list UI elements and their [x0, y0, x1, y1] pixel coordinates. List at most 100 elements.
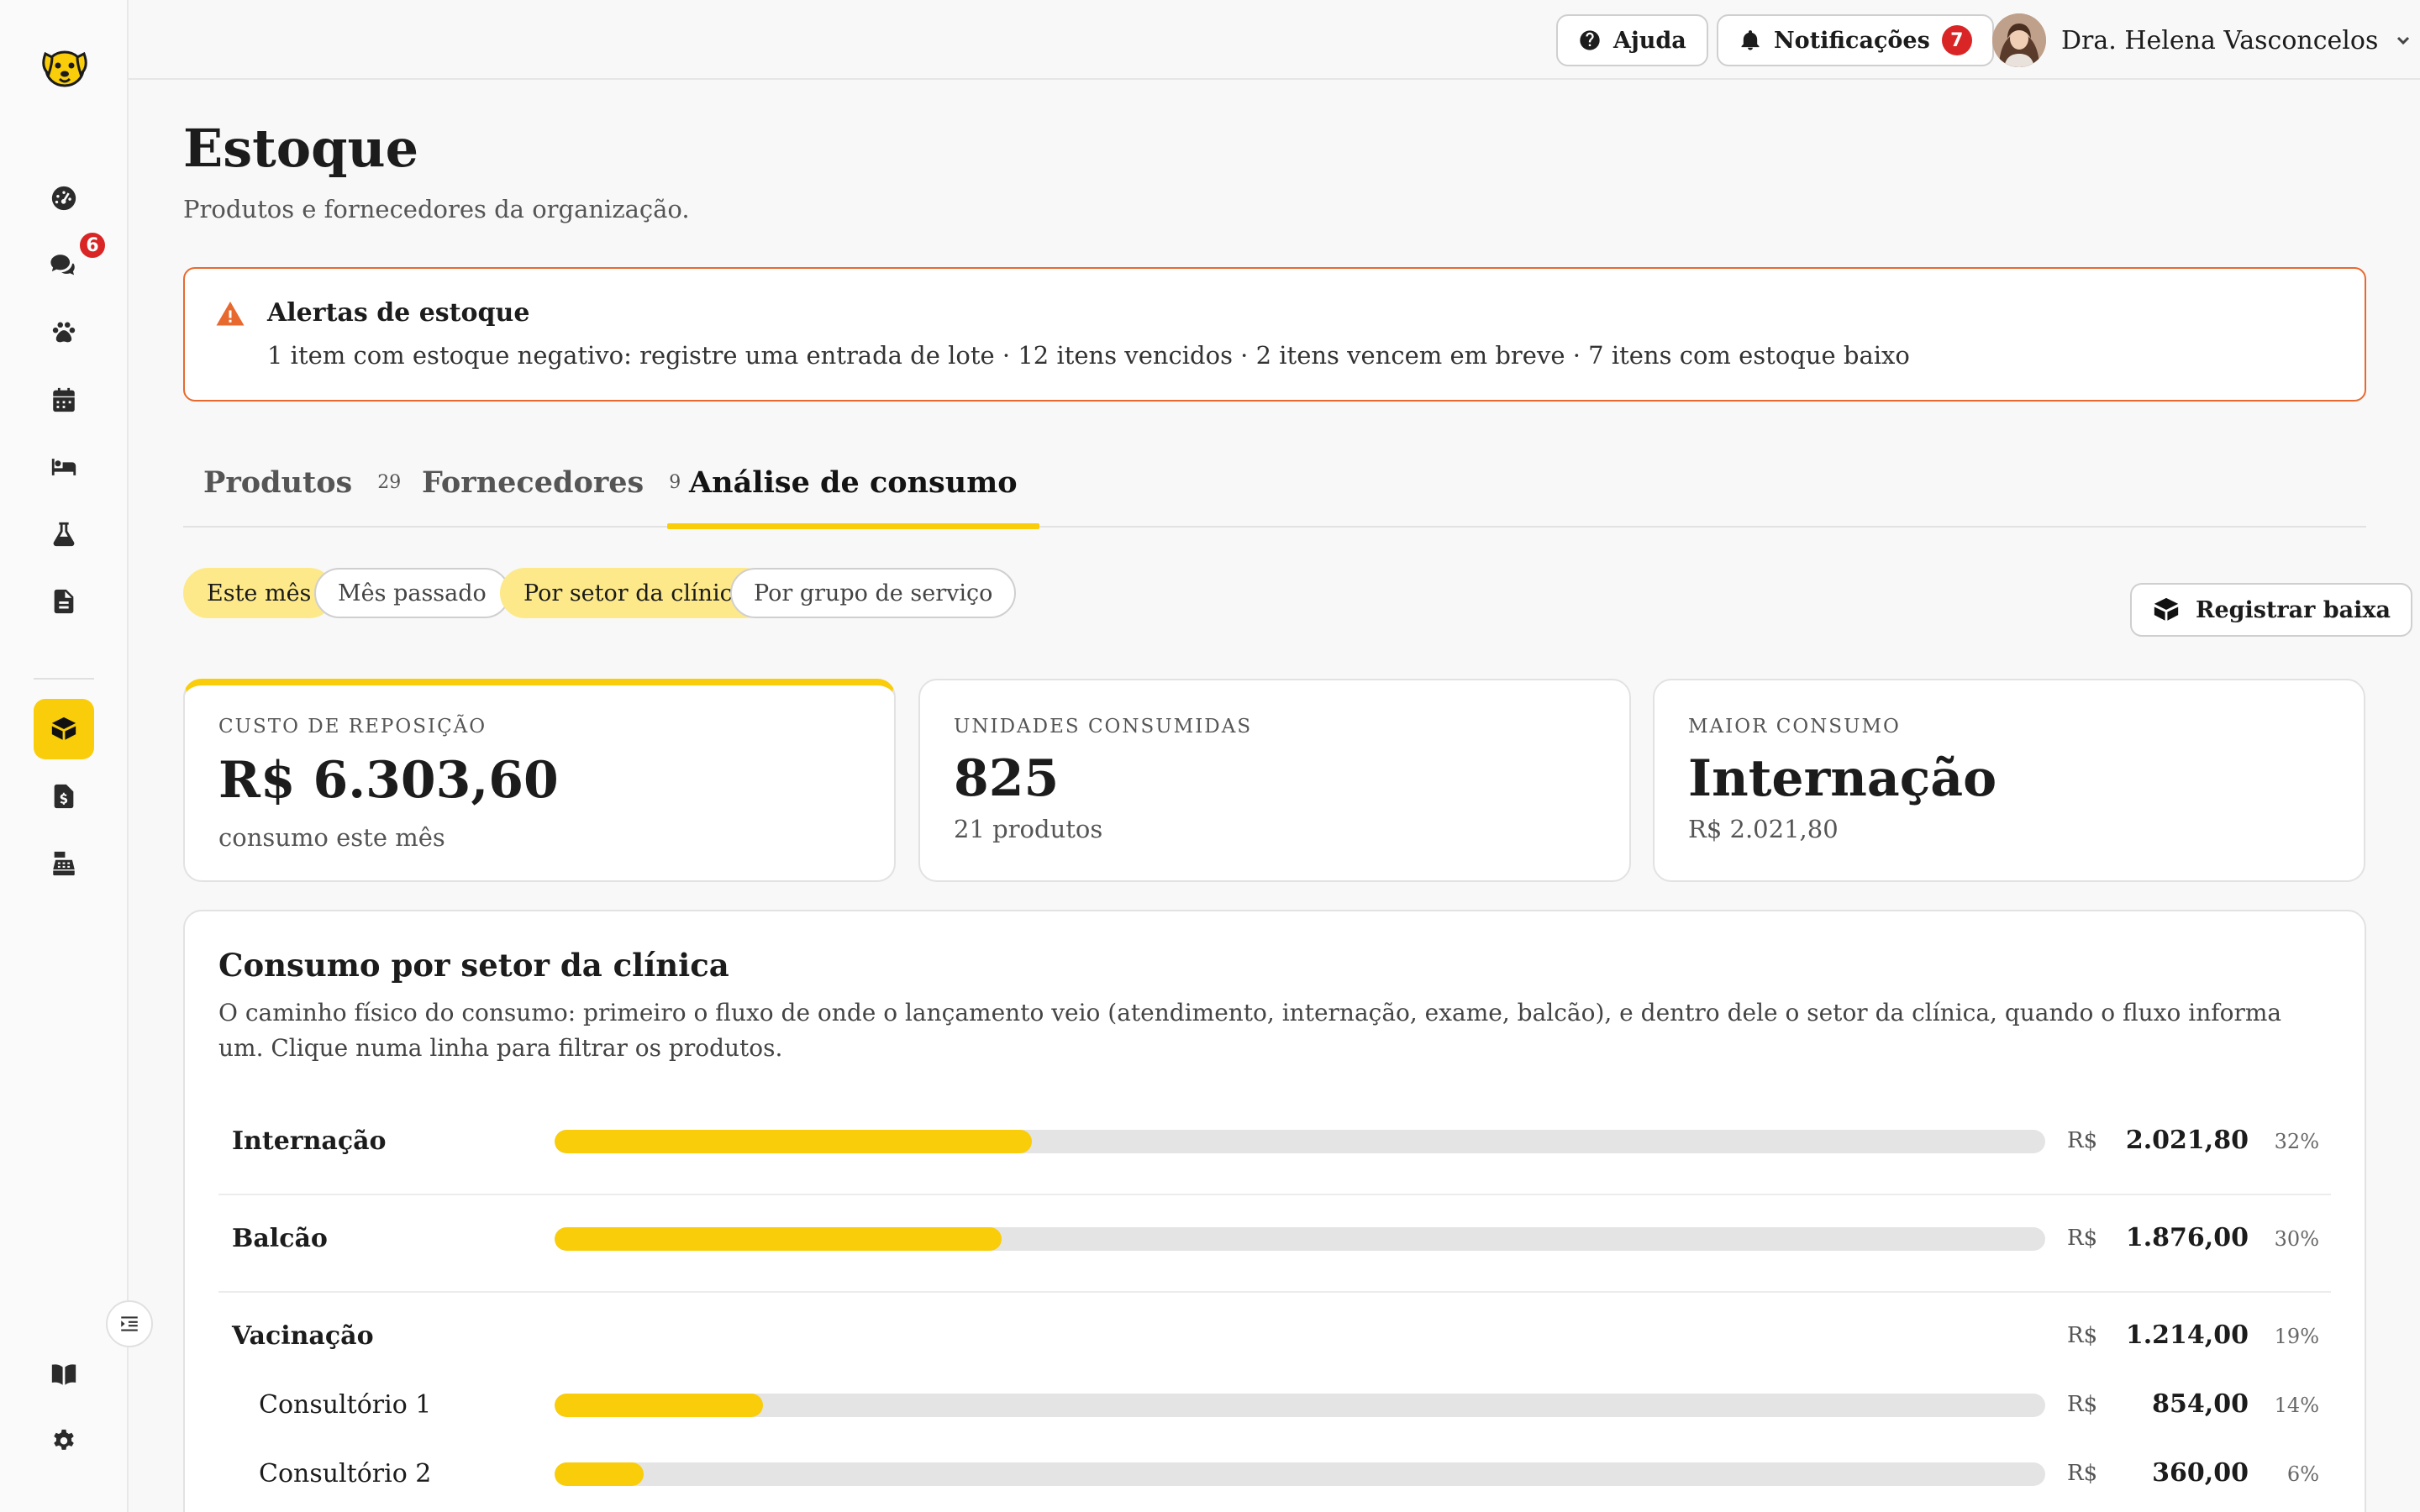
tab-analise-de-consumo[interactable]: Análise de consumo	[667, 437, 1039, 529]
paw-icon	[52, 322, 76, 343]
help-button[interactable]: Ajuda	[1556, 14, 1708, 66]
row-bar-fill	[555, 1227, 1002, 1251]
row-label: Balcão	[232, 1224, 328, 1253]
box-icon	[51, 717, 76, 740]
avatar	[1992, 13, 2046, 67]
gear-icon	[54, 1429, 74, 1450]
sidebar-divider	[34, 678, 94, 680]
chat-bubbles-icon	[50, 255, 75, 276]
calendar-icon	[53, 387, 75, 412]
gauge-icon	[51, 186, 76, 211]
box-icon	[2154, 597, 2179, 621]
row-bar-fill	[555, 1462, 644, 1486]
sidebar-item-billing[interactable]	[34, 766, 94, 827]
sector-row-internacao[interactable]: Internação R$ 2.021,80 32%	[218, 1098, 2331, 1195]
notifications-label: Notificações	[1774, 27, 1930, 54]
sector-row-vacinacao[interactable]: Vacinação R$ 1.214,00 19%	[218, 1293, 2331, 1362]
tab-count: 29	[377, 471, 402, 493]
bed-icon	[51, 459, 76, 475]
row-amount: 360,00	[2152, 1458, 2249, 1488]
tab-label: Análise de consumo	[689, 465, 1018, 500]
help-label: Ajuda	[1613, 27, 1686, 54]
row-amount: 2.021,80	[2125, 1126, 2249, 1155]
row-amount: 1.876,00	[2125, 1223, 2249, 1252]
flask-icon	[53, 522, 75, 547]
notifications-count-badge: 7	[1941, 25, 1972, 55]
sidebar-item-documents[interactable]	[34, 571, 94, 632]
sidebar-item-patients[interactable]	[34, 302, 94, 363]
tab-fornecedores[interactable]: Fornecedores 9	[422, 437, 681, 528]
user-name: Dra. Helena Vasconcelos	[2061, 25, 2379, 55]
top-bar: Ajuda Notificações 7 Dra. Helena Vasconc…	[129, 0, 2420, 80]
sidebar-item-dashboard[interactable]	[34, 168, 94, 228]
sidebar-item-cash-register[interactable]	[34, 833, 94, 894]
page-subtitle: Produtos e fornecedores da organização.	[183, 195, 690, 223]
sidebar-item-hospitalization[interactable]	[34, 437, 94, 497]
filter-chip-por-grupo[interactable]: Por grupo de serviço	[730, 568, 1017, 618]
row-label: Internação	[232, 1126, 387, 1156]
row-label: Vacinação	[232, 1321, 374, 1351]
card-sub: 21 produtos	[954, 815, 1103, 843]
tab-produtos[interactable]: Produtos 29	[203, 437, 401, 528]
notifications-button[interactable]: Notificações 7	[1717, 14, 1994, 66]
sidebar: 6	[0, 0, 129, 1512]
row-percent: 32%	[2274, 1130, 2319, 1153]
card-value: 825	[954, 749, 1060, 808]
sector-row-consultorio-1[interactable]: Consultório 1 R$ 854,00 14%	[218, 1362, 2331, 1431]
sector-row-consultorio-2[interactable]: Consultório 2 R$ 360,00 6%	[218, 1431, 2331, 1512]
card-replacement-cost: CUSTO DE REPOSIÇÃO R$ 6.303,60 consumo e…	[183, 679, 896, 882]
alert-text: 1 item com estoque negativo: registre um…	[267, 341, 1910, 370]
row-percent: 14%	[2274, 1394, 2319, 1417]
register-write-off-button[interactable]: Registrar baixa	[2130, 583, 2412, 637]
card-label: CUSTO DE REPOSIÇÃO	[218, 716, 487, 738]
row-percent: 30%	[2274, 1227, 2319, 1251]
row-bar	[555, 1394, 2045, 1417]
indent-icon	[121, 1316, 138, 1331]
register-write-off-label: Registrar baixa	[2196, 596, 2391, 623]
invoice-dollar-icon	[54, 784, 74, 809]
row-amount: 854,00	[2152, 1389, 2249, 1419]
bell-icon	[1741, 30, 1760, 50]
row-bar-fill	[555, 1394, 764, 1417]
card-value: R$ 6.303,60	[218, 751, 559, 810]
document-icon	[54, 589, 74, 614]
sector-row-balcao[interactable]: Balcão R$ 1.876,00 30%	[218, 1195, 2331, 1293]
row-bar	[555, 1227, 2045, 1251]
panel-title: Consumo por setor da clínica	[218, 947, 729, 984]
sidebar-item-calendar[interactable]	[34, 370, 94, 430]
messages-badge: 6	[77, 230, 108, 260]
chevron-down-icon	[2397, 36, 2410, 45]
card-sub: consumo este mês	[218, 823, 445, 852]
card-label: MAIOR CONSUMO	[1688, 716, 1901, 738]
row-bar-fill	[555, 1130, 1032, 1153]
row-bar	[555, 1462, 2045, 1486]
consumption-by-sector-panel: Consumo por setor da clínica O caminho f…	[183, 910, 2366, 1512]
row-currency: R$	[2067, 1461, 2098, 1486]
sidebar-item-lab[interactable]	[34, 504, 94, 564]
filter-chip-este-mes[interactable]: Este mês	[183, 568, 335, 618]
filter-chip-por-setor[interactable]: Por setor da clínica	[500, 568, 770, 618]
dog-logo-icon[interactable]	[37, 39, 92, 94]
user-menu[interactable]: Dra. Helena Vasconcelos	[1992, 12, 2413, 69]
warning-triangle-icon	[216, 302, 245, 326]
tab-label: Produtos	[203, 465, 353, 500]
sidebar-item-settings[interactable]	[34, 1411, 94, 1472]
row-currency: R$	[2067, 1128, 2098, 1153]
row-percent: 6%	[2286, 1462, 2319, 1486]
row-currency: R$	[2067, 1392, 2098, 1417]
card-top-consumer: MAIOR CONSUMO Internação R$ 2.021,80	[1653, 679, 2365, 882]
help-circle-icon	[1580, 30, 1600, 50]
row-currency: R$	[2067, 1226, 2098, 1251]
sidebar-item-guide[interactable]	[34, 1344, 94, 1404]
card-units-consumed: UNIDADES CONSUMIDAS 825 21 produtos	[918, 679, 1631, 882]
tab-bar: Produtos 29 Fornecedores 9 Análise de co…	[183, 437, 2366, 529]
row-label: Consultório 1	[259, 1390, 432, 1420]
filter-chip-mes-passado[interactable]: Mês passado	[314, 568, 510, 618]
page-title: Estoque	[183, 118, 419, 179]
sidebar-item-messages[interactable]: 6	[34, 230, 108, 296]
card-value: Internação	[1688, 749, 1997, 808]
panel-description: O caminho físico do consumo: primeiro o …	[218, 999, 2282, 1062]
sidebar-item-inventory[interactable]	[34, 699, 94, 759]
collapse-sidebar-button[interactable]	[106, 1300, 153, 1347]
stock-alert-banner: Alertas de estoque 1 item com estoque ne…	[183, 267, 2366, 402]
